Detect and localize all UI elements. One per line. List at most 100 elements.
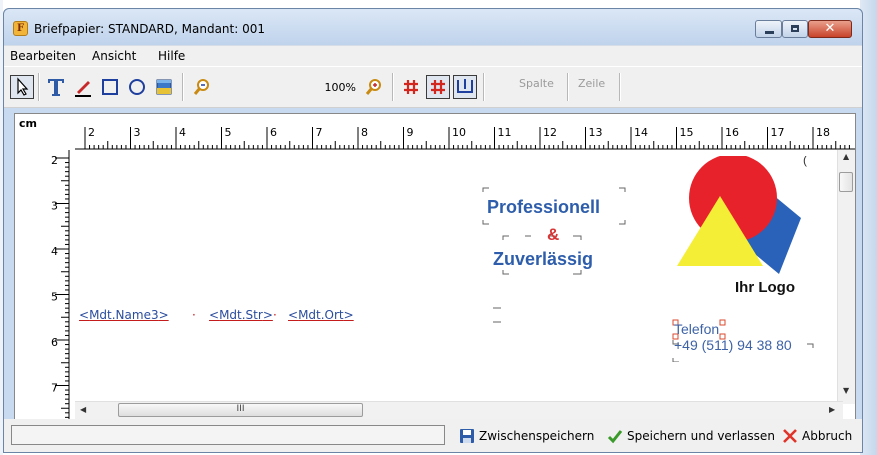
h-ruler-label: 3	[134, 126, 141, 139]
slogan-zuverlaessig[interactable]: Zuverlässig	[493, 249, 593, 270]
toolbar-separator	[619, 73, 621, 101]
h-ruler-label: 10	[452, 126, 466, 139]
h-ruler-label: 16	[725, 126, 739, 139]
toolbar: 100% Spalte Zeile	[4, 66, 862, 108]
separator-dot: ·	[192, 308, 196, 322]
speichern-verlassen-label: Speichern und verlassen	[627, 429, 775, 443]
mdt-name-field[interactable]: <Mdt.Name3>	[79, 308, 169, 322]
grid-toggle-icon	[431, 80, 445, 94]
mdt-ort-field[interactable]: <Mdt.Ort>	[288, 308, 354, 322]
window-title: Briefpapier: STANDARD, Mandant: 001	[34, 22, 265, 36]
app-icon: F	[13, 21, 28, 36]
horizontal-scrollbar[interactable]: ◀ III ▶	[75, 401, 843, 419]
rectangle-icon	[102, 79, 118, 95]
ruler-unit: cm	[19, 117, 37, 130]
snap-button[interactable]	[453, 75, 477, 99]
cancel-icon	[783, 429, 797, 443]
toolbar-separator	[38, 73, 40, 101]
telefon-label[interactable]: Telefon	[674, 321, 719, 337]
circle-icon	[129, 79, 145, 95]
separator-dot: ·	[273, 308, 277, 322]
image-icon	[156, 79, 172, 95]
pen-icon	[75, 81, 91, 97]
title-bar[interactable]: F Briefpapier: STANDARD, Mandant: 001 ✕	[4, 9, 862, 45]
close-button[interactable]: ✕	[808, 20, 852, 38]
scroll-left-icon[interactable]: ◀	[80, 405, 86, 414]
snap-icon	[457, 79, 473, 93]
save-icon	[460, 429, 474, 443]
layout-editor: cm 2345678910111213141516171819 234567 <…	[14, 113, 856, 420]
maximize-button[interactable]	[782, 20, 808, 38]
h-ruler-label: 5	[225, 126, 232, 139]
telefon-number[interactable]: +49 (511) 94 38 80	[674, 337, 792, 353]
grid-icon	[404, 80, 418, 94]
h-ruler-label: 11	[498, 126, 512, 139]
slogan-professionell[interactable]: Professionell	[487, 197, 600, 218]
horizontal-scroll-thumb[interactable]: III	[118, 403, 363, 417]
mdt-str-field[interactable]: <Mdt.Str>	[209, 308, 273, 322]
toolbar-separator	[483, 73, 485, 101]
checkmark-icon	[607, 430, 623, 444]
image-tool-button[interactable]	[152, 75, 176, 99]
h-ruler-label: 12	[543, 126, 557, 139]
minimize-button[interactable]	[755, 20, 782, 38]
scroll-right-icon[interactable]: ▶	[829, 405, 835, 414]
briefpapier-window: F Briefpapier: STANDARD, Mandant: 001 ✕ …	[3, 8, 863, 453]
abbruch-button[interactable]: Abbruch	[782, 426, 852, 446]
zeile-label[interactable]: Zeile	[578, 77, 605, 90]
spalte-label[interactable]: Spalte	[519, 77, 554, 90]
svg-text:(: (	[803, 156, 807, 167]
toolbar-separator	[567, 73, 569, 101]
circle-tool-button[interactable]	[125, 75, 149, 99]
vertical-scroll-thumb[interactable]	[839, 172, 853, 192]
v-ruler-label: 6	[51, 336, 58, 349]
status-field[interactable]	[11, 425, 445, 445]
scroll-down-icon[interactable]: ▼	[843, 386, 849, 395]
rectangle-tool-button[interactable]	[98, 75, 122, 99]
zoom-out-button[interactable]	[190, 75, 214, 99]
speichern-verlassen-button[interactable]: Speichern und verlassen	[607, 426, 775, 446]
toolbar-separator	[392, 73, 394, 101]
h-ruler-label: 13	[589, 126, 603, 139]
menu-hilfe[interactable]: Hilfe	[158, 49, 185, 63]
h-ruler-label: 15	[680, 126, 694, 139]
text-tool-button[interactable]	[44, 75, 68, 99]
menu-bar: Bearbeiten Ansicht Hilfe	[4, 45, 862, 67]
zwischenspeichern-button[interactable]: Zwischenspeichern	[459, 426, 594, 446]
scroll-up-icon[interactable]: ▲	[843, 152, 849, 161]
v-ruler-label: 4	[51, 245, 58, 258]
pen-tool-button[interactable]	[71, 75, 95, 99]
vertical-scrollbar[interactable]: ▲ ▼	[837, 150, 855, 404]
menu-ansicht[interactable]: Ansicht	[92, 49, 136, 63]
menu-bearbeiten[interactable]: Bearbeiten	[10, 49, 76, 63]
h-ruler-label: 9	[407, 126, 414, 139]
grid-toggle-button[interactable]	[426, 75, 450, 99]
h-ruler-label: 8	[361, 126, 368, 139]
h-ruler-label: 18	[816, 126, 830, 139]
toolbar-separator	[182, 73, 184, 101]
text-icon	[48, 79, 64, 96]
grid-button[interactable]	[399, 75, 423, 99]
zwischenspeichern-label: Zwischenspeichern	[479, 429, 595, 443]
zoom-level[interactable]: 100%	[304, 81, 356, 94]
h-ruler-label: 2	[88, 126, 95, 139]
v-ruler-label: 2	[51, 154, 58, 167]
zoom-in-button[interactable]	[362, 75, 386, 99]
h-ruler-label: 4	[179, 126, 186, 139]
v-ruler-label: 5	[51, 291, 58, 304]
horizontal-ruler: 2345678910111213141516171819	[75, 126, 855, 150]
zoom-in-icon	[365, 79, 381, 95]
h-ruler-label: 7	[316, 126, 323, 139]
h-ruler-label: 6	[270, 126, 277, 139]
pointer-tool-button[interactable]	[10, 75, 34, 99]
v-ruler-label: 3	[51, 200, 58, 213]
abbruch-label: Abbruch	[802, 429, 853, 443]
company-logo[interactable]: (	[675, 156, 825, 276]
h-ruler-label: 14	[634, 126, 648, 139]
h-ruler-label: 17	[771, 126, 785, 139]
zoom-out-icon	[193, 79, 209, 95]
v-ruler-label: 7	[51, 382, 58, 395]
pointer-icon	[17, 77, 29, 96]
letterhead-canvas[interactable]: <Mdt.Name3> · <Mdt.Str> · <Mdt.Ort> Prof…	[75, 150, 843, 398]
slogan-ampersand[interactable]: &	[547, 225, 559, 245]
